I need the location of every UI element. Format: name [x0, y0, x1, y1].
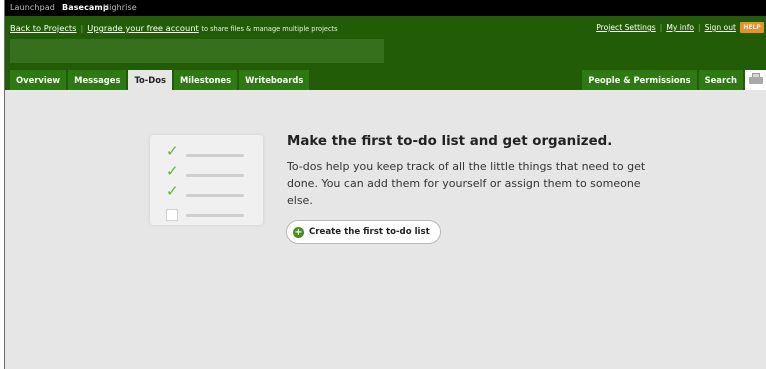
project-header: Back to Projects | Upgrade your free accou…	[5, 16, 766, 90]
empty-state-description: To-dos help you keep track of all the li…	[287, 160, 646, 207]
checkmark-icon: ✓	[166, 162, 179, 180]
todos-empty-state: ✓ ✓ ✓ Make the first to-do list and get …	[5, 90, 766, 369]
project-name-bar	[10, 39, 384, 63]
app-highrise[interactable]: Highrise	[103, 3, 137, 12]
tab-people-permissions[interactable]: People & Permissions	[582, 70, 697, 90]
tab-todos[interactable]: To-Dos	[128, 70, 172, 90]
my-info-link[interactable]: My info	[666, 23, 694, 32]
tab-milestones[interactable]: Milestones	[173, 70, 238, 90]
empty-checkbox-icon	[166, 209, 178, 221]
right-tabs: People & Permissions Search	[582, 70, 766, 90]
checkmark-icon: ✓	[166, 142, 179, 160]
sign-out-link[interactable]: Sign out	[705, 23, 736, 32]
back-to-projects-link[interactable]: Back to Projects	[10, 23, 76, 33]
app-basecamp[interactable]: Basecamp	[62, 3, 109, 12]
tab-search[interactable]: Search	[698, 70, 743, 90]
plus-icon: +	[293, 226, 304, 238]
printer-icon[interactable]	[745, 70, 766, 90]
upgrade-note: to share files & manage multiple project…	[201, 25, 338, 33]
project-settings-link[interactable]: Project Settings	[596, 23, 656, 32]
tab-writeboards[interactable]: Writeboards	[239, 70, 310, 90]
app-launchpad[interactable]: Launchpad	[10, 3, 55, 12]
account-links: Project Settings | My info | Sign out	[596, 23, 736, 32]
help-button[interactable]: HELP	[740, 22, 764, 33]
empty-state-heading: Make the first to-do list and get organi…	[287, 134, 613, 149]
tab-messages[interactable]: Messages	[68, 70, 127, 90]
window-frame: Launchpad Basecamp Highrise Back to Proj…	[4, 0, 766, 369]
create-todo-list-button[interactable]: + Create the first to-do list	[286, 220, 441, 244]
todo-list-illustration: ✓ ✓ ✓	[150, 135, 263, 225]
project-tabs: Overview Messages To-Dos Milestones Writ…	[10, 70, 311, 90]
upgrade-account-link[interactable]: Upgrade your free account	[87, 23, 198, 33]
tab-overview[interactable]: Overview	[10, 70, 67, 90]
header-links: Back to Projects | Upgrade your free accou…	[10, 23, 338, 33]
app-switcher-bar: Launchpad Basecamp Highrise	[5, 0, 766, 16]
checkmark-icon: ✓	[166, 182, 179, 200]
create-todo-list-label: Create the first to-do list	[309, 227, 430, 237]
